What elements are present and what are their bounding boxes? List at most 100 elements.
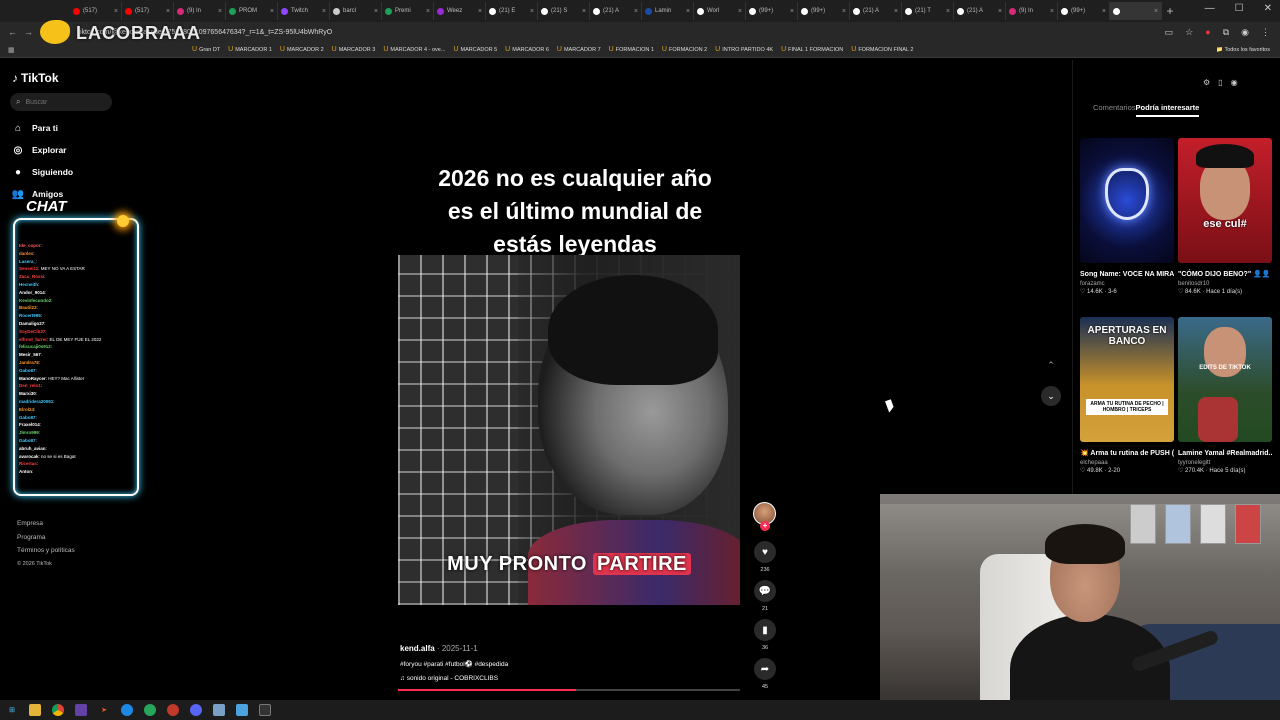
app-icon[interactable] <box>259 704 271 716</box>
video-card[interactable]: EDITS DE TIKTOK Lamine Yamal #Realmadrid… <box>1178 317 1272 474</box>
comment-button[interactable]: 💬 21 <box>752 580 778 612</box>
video-music[interactable]: ♫ sonido original - COBRIXCLIBS <box>400 675 498 682</box>
bookmark-item[interactable]: U FORMACION 2 <box>662 46 707 53</box>
bookmark-item[interactable]: U MARCADOR 3 <box>332 46 376 53</box>
nav-item-para-ti[interactable]: ⌂ Para ti <box>12 122 58 134</box>
twitch-app-icon[interactable] <box>75 704 87 716</box>
tab-close-icon[interactable]: × <box>634 8 638 15</box>
back-icon[interactable]: ← <box>8 27 17 37</box>
tab-close-icon[interactable]: × <box>790 8 794 15</box>
app-icon[interactable] <box>236 704 248 716</box>
search-box[interactable]: ⌕ <box>10 93 112 111</box>
app-icon[interactable] <box>121 704 133 716</box>
profile-icon[interactable]: ◉ <box>1241 27 1249 38</box>
browser-tab[interactable]: (21) T × <box>902 2 954 20</box>
browser-tab[interactable]: Worl × <box>694 2 746 20</box>
app-icon[interactable]: ➤ <box>98 704 110 716</box>
browser-tab[interactable]: Lamin × <box>642 2 694 20</box>
apps-icon[interactable]: ▦ <box>8 46 15 54</box>
chrome-icon[interactable] <box>52 704 64 716</box>
browser-tab[interactable]: (21) A × <box>850 2 902 20</box>
tab-close-icon[interactable]: × <box>894 8 898 15</box>
browser-tab[interactable]: (9) In × <box>174 2 226 20</box>
menu-icon[interactable]: ⋮ <box>1261 27 1270 38</box>
tab-comentarios[interactable]: Comentarios <box>1093 103 1136 117</box>
video-card[interactable]: ese cul# "CÓMO DIJO BENO?" 👤👤 #412 #beni… <box>1178 138 1272 295</box>
video-card[interactable]: APERTURAS EN BANCO ARMA TU RUTINA DE PEC… <box>1080 317 1174 474</box>
share-button[interactable]: ➦ 45 <box>752 658 778 690</box>
tiktok-logo[interactable]: ♪ TikTok <box>12 71 59 85</box>
bookmark-star-icon[interactable]: ☆ <box>1185 27 1193 38</box>
tab-close-icon[interactable]: × <box>998 8 1002 15</box>
app-icon[interactable] <box>144 704 156 716</box>
tab-close-icon[interactable]: × <box>1102 8 1106 15</box>
bookmark-item[interactable]: U MARCADOR 4 - ove... <box>383 46 445 53</box>
bookmark-item[interactable]: U FINAL 1 FORMACION <box>781 46 843 53</box>
new-tab-button[interactable]: + <box>1162 4 1178 18</box>
nav-item-explorar[interactable]: ◎ Explorar <box>12 144 67 156</box>
user-avatar-icon[interactable]: ◉ <box>1231 78 1238 87</box>
browser-tab[interactable]: (517) × <box>122 2 174 20</box>
tab-close-icon[interactable]: × <box>478 8 482 15</box>
puzzle-icon[interactable]: ⧉ <box>1223 27 1229 38</box>
video-progress-bar[interactable] <box>398 689 740 691</box>
browser-tab[interactable]: barcl × <box>330 2 382 20</box>
phone-icon[interactable]: ▯ <box>1218 78 1222 87</box>
maximize-icon[interactable]: ☐ <box>1235 3 1244 14</box>
save-button[interactable]: ▮ 36 <box>752 619 778 651</box>
bookmark-item[interactable]: U MARCADOR 2 <box>280 46 324 53</box>
browser-tab[interactable]: (99+) × <box>798 2 850 20</box>
browser-tab[interactable]: (21) S × <box>538 2 590 20</box>
browser-tab[interactable]: (517) × <box>70 2 122 20</box>
all-bookmarks[interactable]: 📁 Todos los favoritos <box>1216 47 1270 53</box>
tab-close-icon[interactable]: × <box>1154 8 1158 15</box>
tab-close-icon[interactable]: × <box>842 8 846 15</box>
follow-button[interactable]: + <box>760 521 770 531</box>
tab-close-icon[interactable]: × <box>322 8 326 15</box>
video-player[interactable]: MUY PRONTO PARTIRE <box>398 255 740 605</box>
windows-start-icon[interactable]: ⊞ <box>6 704 18 716</box>
tab-close-icon[interactable]: × <box>686 8 690 15</box>
browser-tab[interactable]: PROM × <box>226 2 278 20</box>
browser-tab[interactable]: Weez × <box>434 2 486 20</box>
tab-close-icon[interactable]: × <box>218 8 222 15</box>
browser-tab[interactable]: (21) A × <box>954 2 1006 20</box>
previous-video-button[interactable]: ⌃ <box>1041 355 1061 375</box>
tab-close-icon[interactable]: × <box>1050 8 1054 15</box>
nav-item-siguiendo[interactable]: ● Siguiendo <box>12 166 73 178</box>
bookmark-item[interactable]: U MARCADOR 6 <box>505 46 549 53</box>
bookmark-item[interactable]: U Gran DT <box>192 46 220 53</box>
bookmark-item[interactable]: U FORMACION 1 <box>609 46 654 53</box>
file-explorer-icon[interactable] <box>29 704 41 716</box>
browser-tab[interactable]: (9) In × <box>1006 2 1058 20</box>
browser-tab[interactable]: (21) E × <box>486 2 538 20</box>
app-icon[interactable] <box>167 704 179 716</box>
bookmark-item[interactable]: U MARCADOR 5 <box>453 46 497 53</box>
tab-close-icon[interactable]: × <box>738 8 742 15</box>
settings-icon[interactable]: ⚙ <box>1203 78 1210 87</box>
tab-close-icon[interactable]: × <box>114 8 118 15</box>
browser-tab[interactable]: (99+) × <box>1058 2 1110 20</box>
footer-link[interactable]: Programa <box>17 534 46 541</box>
app-icon[interactable] <box>213 704 225 716</box>
video-card[interactable]: Song Name: VOCE NA MIRA #slowed #phon...… <box>1080 138 1174 295</box>
bookmark-item[interactable]: U MARCADOR 7 <box>557 46 601 53</box>
tab-close-icon[interactable]: × <box>946 8 950 15</box>
bookmark-item[interactable]: U MARCADOR 1 <box>228 46 272 53</box>
tab-close-icon[interactable]: × <box>530 8 534 15</box>
search-input[interactable] <box>25 98 106 106</box>
browser-tab[interactable]: × <box>1110 2 1162 20</box>
video-hashtags[interactable]: #foryou #parati #futbol⚽ #despedida <box>400 660 508 668</box>
minimize-icon[interactable]: — <box>1205 3 1215 14</box>
forward-icon[interactable]: → <box>24 27 33 37</box>
browser-tab[interactable]: (99+) × <box>746 2 798 20</box>
bookmark-item[interactable]: U INTRO PARTIDO 4K <box>715 46 773 53</box>
video-author[interactable]: kend.alfa · 2025-11-1 <box>400 644 478 653</box>
tab-podria-interesarte[interactable]: Podría interesarte <box>1135 103 1200 117</box>
tab-close-icon[interactable]: × <box>426 8 430 15</box>
footer-link[interactable]: Términos y políticas <box>17 547 75 554</box>
tab-close-icon[interactable]: × <box>166 8 170 15</box>
close-window-icon[interactable]: ✕ <box>1264 3 1272 14</box>
cast-icon[interactable]: ▭ <box>1165 27 1174 38</box>
tab-close-icon[interactable]: × <box>374 8 378 15</box>
